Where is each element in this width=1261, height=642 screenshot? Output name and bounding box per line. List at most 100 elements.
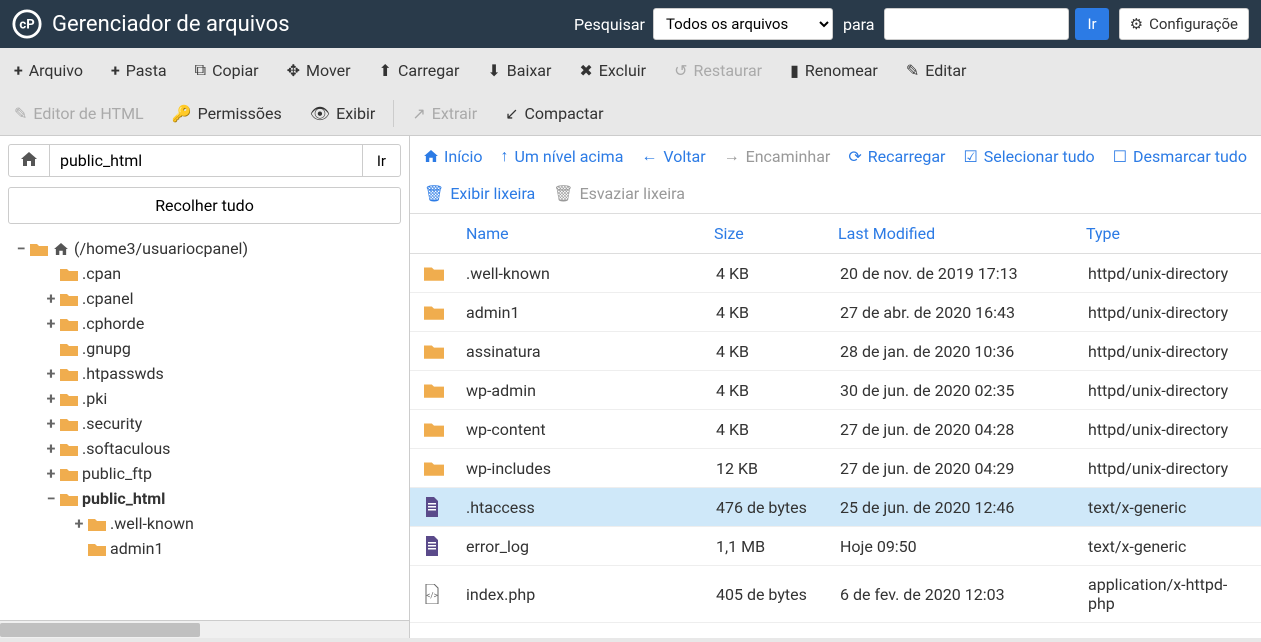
uncheck-icon: ☐ <box>1113 147 1127 166</box>
tree-item-label: public_ftp <box>82 464 152 483</box>
tree-toggle-icon[interactable]: + <box>44 439 58 458</box>
tree-toggle-icon[interactable]: + <box>44 389 58 408</box>
home-link[interactable]: Início <box>424 146 483 166</box>
copy-button[interactable]: ⧉Copiar <box>181 48 273 92</box>
cell-modified: 28 de jan. de 2020 10:36 <box>840 342 1088 361</box>
collapse-all-button[interactable]: Recolher tudo <box>8 187 401 224</box>
table-row[interactable]: wp-admin4 KB30 de jun. de 2020 02:35http… <box>410 371 1261 410</box>
cell-modified: 6 de fev. de 2020 12:03 <box>840 585 1088 604</box>
up-level-link[interactable]: ↑Um nível acima <box>501 146 624 166</box>
svg-text:cP: cP <box>19 18 34 33</box>
view-trash-link[interactable]: 🗑Exibir lixeira <box>424 184 535 203</box>
deselect-all-link[interactable]: ☐Desmarcar tudo <box>1113 146 1247 166</box>
path-input[interactable] <box>50 144 362 177</box>
tree-item[interactable]: .cpan <box>0 261 409 286</box>
search-scope-select[interactable]: Todos os arquivos <box>653 8 833 40</box>
trash-icon: 🗑 <box>553 184 573 203</box>
folder-icon <box>88 516 106 532</box>
tree-item[interactable]: +.cpanel <box>0 286 409 311</box>
scrollbar-thumb[interactable] <box>0 623 200 637</box>
permissions-button[interactable]: 🔑Permissões <box>158 92 296 135</box>
select-all-link[interactable]: ☑Selecionar tudo <box>963 146 1094 166</box>
move-button[interactable]: ✥Mover <box>273 48 365 92</box>
cell-name: index.php <box>466 585 716 604</box>
compress-button[interactable]: ↙Compactar <box>491 92 617 135</box>
page-title: Gerenciador de arquivos <box>52 12 574 37</box>
reload-link[interactable]: ⟳Recarregar <box>848 146 945 166</box>
tree-toggle-icon[interactable]: + <box>44 364 58 383</box>
settings-button[interactable]: ⚙ Configuraçõe <box>1119 8 1249 40</box>
cell-type: text/x-generic <box>1088 498 1247 517</box>
tree-toggle-icon[interactable]: + <box>44 314 58 333</box>
tree-item[interactable]: + .pki <box>0 386 409 411</box>
table-row[interactable]: .htaccess476 de bytes25 de jun. de 2020 … <box>410 488 1261 527</box>
cell-type: httpd/unix-directory <box>1088 420 1247 439</box>
view-button[interactable]: 👁Exibir <box>296 92 390 135</box>
action-bar: Início ↑Um nível acima ←Voltar →Encaminh… <box>410 136 1261 214</box>
tree-item[interactable]: +.cphorde <box>0 311 409 336</box>
search-go-button[interactable]: Ir <box>1075 8 1108 40</box>
cell-modified: 25 de jun. de 2020 12:46 <box>840 498 1088 517</box>
tree-item[interactable]: .gnupg <box>0 336 409 361</box>
sidebar: Ir Recolher tudo − (/home3/usuariocpanel… <box>0 136 410 638</box>
cell-size: 476 de bytes <box>716 498 840 517</box>
new-folder-button[interactable]: +Pasta <box>97 48 181 92</box>
table-row[interactable]: admin14 KB27 de abr. de 2020 16:43httpd/… <box>410 293 1261 332</box>
tree-toggle-icon[interactable]: + <box>44 464 58 483</box>
home-button[interactable] <box>8 144 50 177</box>
tree-item[interactable]: + .softaculous <box>0 436 409 461</box>
tree-item-label: .softaculous <box>82 439 170 458</box>
new-file-button[interactable]: +Arquivo <box>0 48 97 92</box>
cell-modified: 27 de jun. de 2020 04:29 <box>840 459 1088 478</box>
folder-icon <box>60 416 78 432</box>
table-row[interactable]: .well-known4 KB20 de nov. de 2019 17:13h… <box>410 254 1261 293</box>
tree-toggle-icon[interactable]: + <box>72 514 86 533</box>
table-row[interactable]: wp-includes12 KB27 de jun. de 2020 04:29… <box>410 449 1261 488</box>
extract-button: ↗Extrair <box>398 92 491 135</box>
cell-size: 12 KB <box>716 459 840 478</box>
tree-item-label: .pki <box>82 389 107 408</box>
tree-toggle-icon[interactable]: − <box>44 489 58 508</box>
upload-button[interactable]: ⬆Carregar <box>365 48 474 92</box>
column-modified[interactable]: Last Modified <box>838 224 1086 243</box>
column-name[interactable]: Name <box>424 224 714 243</box>
tree-item[interactable]: + public_ftp <box>0 461 409 486</box>
tree-item[interactable]: +.security <box>0 411 409 436</box>
tree-item[interactable]: +.well-known <box>0 511 409 536</box>
rename-button[interactable]: ▮Renomear <box>776 48 892 92</box>
folder-tree: − (/home3/usuariocpanel) .cpan+.cpanel+.… <box>0 232 409 620</box>
restore-button: ↺Restaurar <box>660 48 776 92</box>
column-size[interactable]: Size <box>714 224 838 243</box>
table-row[interactable]: </>index.php405 de bytes6 de fev. de 202… <box>410 566 1261 623</box>
download-button[interactable]: ⬇Baixar <box>473 48 565 92</box>
tree-root[interactable]: − (/home3/usuariocpanel) <box>0 236 409 261</box>
path-go-button[interactable]: Ir <box>362 144 401 177</box>
folder-open-icon <box>30 241 48 257</box>
edit-icon: ✎ <box>14 104 27 123</box>
compress-icon: ↙ <box>505 104 518 123</box>
tree-item[interactable]: admin1 <box>0 536 409 561</box>
back-link[interactable]: ←Voltar <box>641 146 705 166</box>
table-row[interactable]: wp-content4 KB27 de jun. de 2020 04:28ht… <box>410 410 1261 449</box>
edit-button[interactable]: ✎Editar <box>892 48 981 92</box>
tree-item[interactable]: −public_html <box>0 486 409 511</box>
download-icon: ⬇ <box>487 61 500 80</box>
search-input[interactable] <box>884 8 1069 40</box>
column-type[interactable]: Type <box>1086 224 1247 243</box>
upload-icon: ⬆ <box>379 61 392 80</box>
tree-item[interactable]: +.htpasswds <box>0 361 409 386</box>
cell-type: httpd/unix-directory <box>1088 342 1247 361</box>
search-label: Pesquisar <box>574 15 645 34</box>
home-icon <box>52 241 70 257</box>
toolbar: +Arquivo +Pasta ⧉Copiar ✥Mover ⬆Carregar… <box>0 48 1261 136</box>
cell-modified: Hoje 09:50 <box>840 537 1088 556</box>
delete-button[interactable]: ✖Excluir <box>565 48 660 92</box>
tree-toggle-icon[interactable]: − <box>14 239 28 258</box>
table-row[interactable]: assinatura4 KB28 de jan. de 2020 10:36ht… <box>410 332 1261 371</box>
table-row[interactable]: error_log1,1 MBHoje 09:50text/x-generic <box>410 527 1261 566</box>
settings-label: Configuraçõe <box>1149 15 1238 33</box>
horizontal-scrollbar[interactable] <box>0 620 409 638</box>
move-icon: ✥ <box>287 61 300 80</box>
tree-toggle-icon[interactable]: + <box>44 289 58 308</box>
tree-toggle-icon[interactable]: + <box>44 414 58 433</box>
